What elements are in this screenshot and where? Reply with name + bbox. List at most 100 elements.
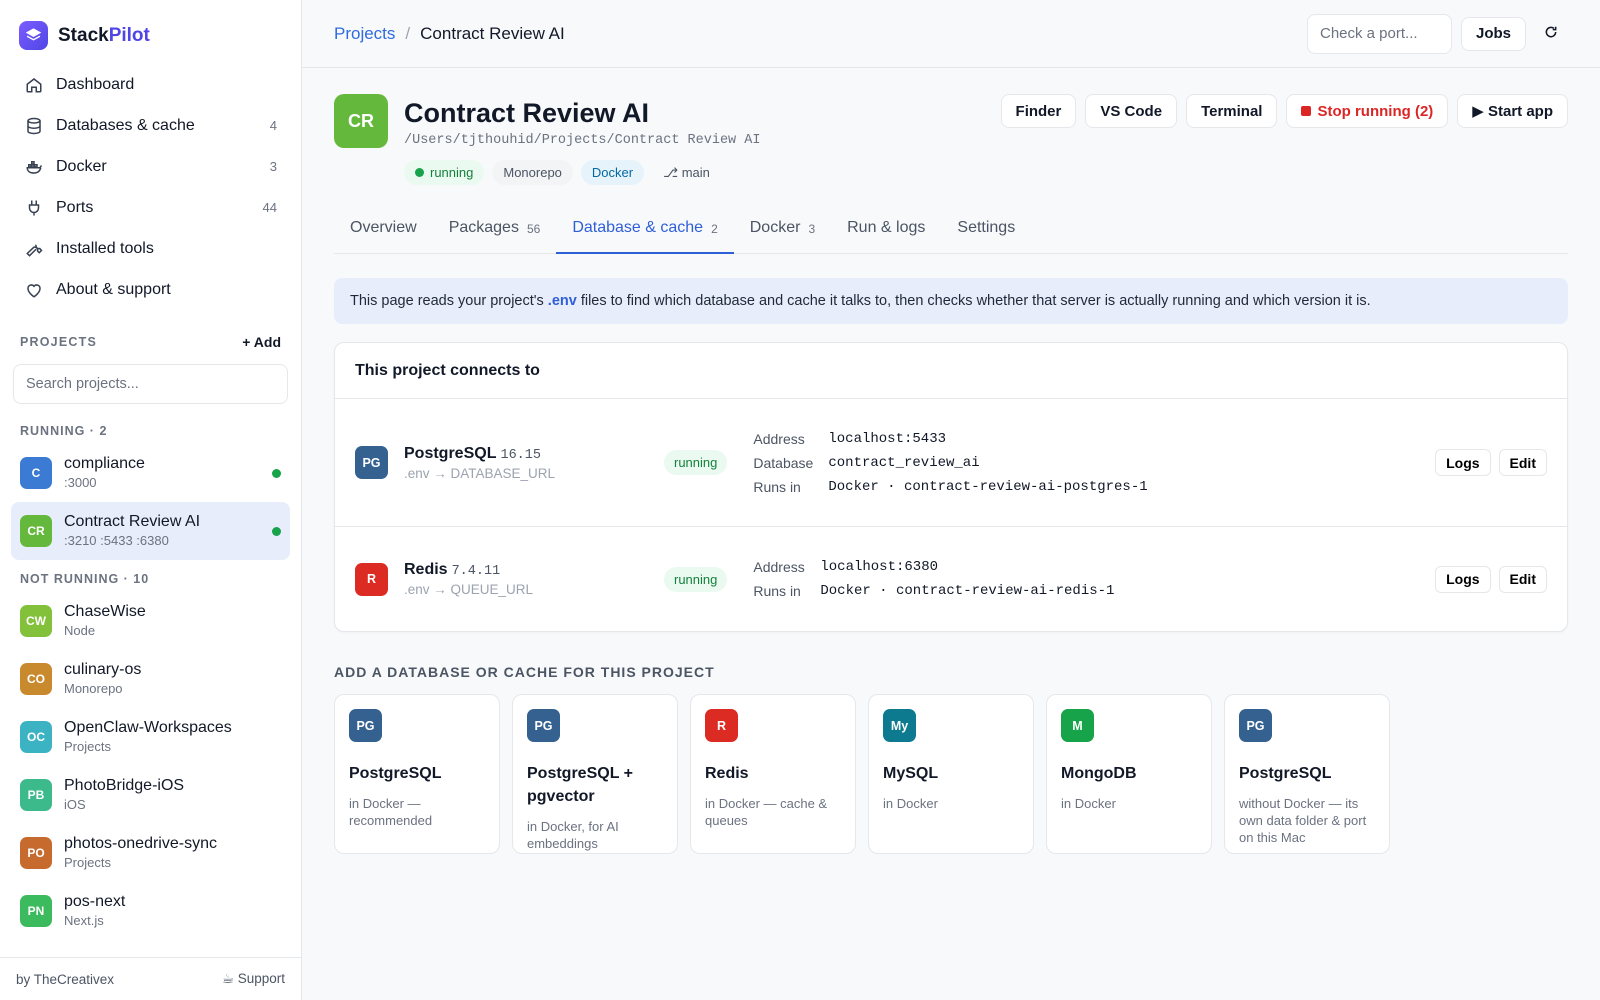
project-tabs: Overview Packages 56 Database & cache 2 Do… xyxy=(334,211,1568,254)
add-mysql-tile[interactable]: My MySQL in Docker xyxy=(868,694,1034,854)
add-mongodb-tile[interactable]: M MongoDB in Docker xyxy=(1046,694,1212,854)
breadcrumb-current: Contract Review AI xyxy=(420,23,565,43)
project-name: pos-next xyxy=(64,893,126,910)
stop-icon xyxy=(1301,106,1312,116)
nav-item-installed-tools[interactable]: Installed tools xyxy=(12,228,289,269)
service-row-postgresql: PG PostgreSQL 16.15 .env → DATABASE_URL r… xyxy=(335,399,1567,527)
tile-name: MySQL xyxy=(883,765,939,782)
project-ports: :3210 :5433 :6380 xyxy=(64,533,169,548)
tab-label: Settings xyxy=(957,219,1016,236)
jobs-button[interactable]: Jobs xyxy=(1460,16,1526,51)
open-terminal-button[interactable]: Terminal xyxy=(1186,94,1278,128)
postgresql-icon: PG xyxy=(527,709,560,742)
tab-docker[interactable]: Docker 3 xyxy=(734,211,831,254)
project-type: Projects xyxy=(64,855,111,870)
tab-database-cache[interactable]: Database & cache 2 xyxy=(556,211,734,254)
projects-section-header: PROJECTS + Add xyxy=(0,332,301,352)
project-avatar: C xyxy=(20,457,52,489)
env-file-highlight: .env xyxy=(547,293,577,309)
redis-logs-button[interactable]: Logs xyxy=(1435,565,1491,593)
project-actions: Finder VS Code Terminal Stop running (2)… xyxy=(1000,94,1568,185)
project-avatar: CO xyxy=(20,663,52,695)
tab-settings[interactable]: Settings xyxy=(941,211,1031,254)
tab-count: 56 xyxy=(526,222,541,236)
project-name: OpenClaw-Workspaces xyxy=(64,719,232,736)
support-link[interactable]: ☕ Support xyxy=(222,971,285,987)
brand[interactable]: StackPilot xyxy=(0,0,301,52)
add-project-button[interactable]: + Add xyxy=(242,334,281,350)
project-path: /Users/tjthouhid/Projects/Contract Revie… xyxy=(404,133,761,148)
project-item-pos-next[interactable]: PN pos-next Next.js xyxy=(11,882,290,940)
tab-overview[interactable]: Overview xyxy=(334,211,433,254)
tab-label: Overview xyxy=(350,219,417,236)
tab-count: 3 xyxy=(808,222,816,236)
refresh-button[interactable] xyxy=(1534,17,1568,51)
start-app-button[interactable]: ▶ Start app xyxy=(1457,94,1568,128)
breadcrumb: Projects / Contract Review AI xyxy=(334,24,1307,44)
topbar: Projects / Contract Review AI Jobs xyxy=(302,0,1600,68)
nav-count: 3 xyxy=(269,159,277,174)
mongodb-icon: M xyxy=(1061,709,1094,742)
sidebar: StackPilot Dashboard Databases & cache 4… xyxy=(0,0,302,1000)
project-item-compliance[interactable]: C compliance :3000 xyxy=(11,444,290,502)
redis-icon: R xyxy=(355,562,388,596)
detail-value-runs-in: Docker · contract-review-ai-postgres-1 xyxy=(828,478,1148,495)
connections-card: This project connects to PG PostgreSQL 16… xyxy=(334,342,1568,632)
redis-edit-button[interactable]: Edit xyxy=(1498,565,1547,593)
add-redis-tile[interactable]: R Redis in Docker — cache & queues xyxy=(690,694,856,854)
postgresql-edit-button[interactable]: Edit xyxy=(1498,449,1547,476)
tab-run-logs[interactable]: Run & logs xyxy=(831,211,941,254)
branch-badge: ⎇ main xyxy=(652,160,721,185)
tab-packages[interactable]: Packages 56 xyxy=(433,211,557,254)
info-text-pre: This page reads your project's xyxy=(350,293,544,309)
search-projects-input[interactable] xyxy=(13,364,288,404)
add-postgresql-native-tile[interactable]: PG PostgreSQL without Docker — its own d… xyxy=(1224,694,1390,854)
project-ports: :3000 xyxy=(64,475,97,490)
breadcrumb-projects-link[interactable]: Projects xyxy=(334,24,395,44)
heart-icon xyxy=(24,280,44,300)
postgresql-logs-button[interactable]: Logs xyxy=(1435,449,1491,476)
not-running-group-label: NOT RUNNING · 10 xyxy=(20,572,150,586)
nav-count: 44 xyxy=(262,200,277,215)
project-name: culinary-os xyxy=(64,661,142,678)
project-item-photobridge-ios[interactable]: PB PhotoBridge-iOS iOS xyxy=(11,766,290,824)
project-page: CR Contract Review AI /Users/tjthouhid/P… xyxy=(302,94,1600,854)
project-item-contract-review-ai[interactable]: CR Contract Review AI:3210 :5433 :6380 xyxy=(11,502,290,560)
open-vscode-button[interactable]: VS Code xyxy=(1085,94,1178,128)
tab-label: Packages xyxy=(448,219,519,236)
nav-item-databases[interactable]: Databases & cache 4 xyxy=(12,105,289,146)
project-name: photos-onedrive-sync xyxy=(64,835,217,852)
nav-item-ports[interactable]: Ports 44 xyxy=(12,187,289,228)
project-avatar: PB xyxy=(20,779,52,811)
tile-description: in Docker — recommended xyxy=(349,796,433,828)
info-text-post: files to find which database and cache i… xyxy=(580,293,1371,309)
tab-count: 2 xyxy=(711,222,718,236)
postgresql-icon: PG xyxy=(1239,709,1272,742)
docker-icon xyxy=(24,157,44,177)
tab-label: Run & logs xyxy=(847,219,926,236)
tile-name: Redis xyxy=(705,765,749,782)
open-finder-button[interactable]: Finder xyxy=(1000,94,1077,128)
running-status-dot xyxy=(272,526,281,536)
nav-item-docker[interactable]: Docker 3 xyxy=(12,146,289,187)
project-name: compliance xyxy=(64,455,145,472)
stop-running-label: Stop running (2) xyxy=(1317,102,1434,120)
nav-item-about-support[interactable]: About & support xyxy=(12,269,289,310)
project-badges: running Monorepo Docker ⎇ main xyxy=(404,160,1001,185)
mysql-icon: My xyxy=(883,709,916,742)
project-item-culinary-os[interactable]: CO culinary-os Monorepo xyxy=(11,650,290,708)
check-port-input[interactable] xyxy=(1306,13,1452,54)
running-status-dot xyxy=(272,468,281,478)
detail-value-address: localhost:6380 xyxy=(820,559,938,575)
project-item-chasewise[interactable]: CW ChaseWise Node xyxy=(11,592,290,650)
stop-running-button[interactable]: Stop running (2) xyxy=(1286,94,1449,128)
nav-label: Dashboard xyxy=(56,75,135,93)
project-item-openclaw-workspaces[interactable]: OC OpenClaw-Workspaces Projects xyxy=(11,708,290,766)
service-details: Address localhost:6380 Runs in Docker · co… xyxy=(753,555,1435,603)
project-item-photos-onedrive-sync[interactable]: PO photos-onedrive-sync Projects xyxy=(11,824,290,882)
add-postgresql-pgvector-tile[interactable]: PG PostgreSQL + pgvector in Docker, for … xyxy=(512,694,678,854)
nav-item-dashboard[interactable]: Dashboard xyxy=(12,64,289,105)
credit-link[interactable]: by TheCreativex xyxy=(16,972,114,987)
brand-name: StackPilot xyxy=(58,24,150,46)
add-postgresql-docker-tile[interactable]: PG PostgreSQL in Docker — recommended xyxy=(334,694,500,854)
